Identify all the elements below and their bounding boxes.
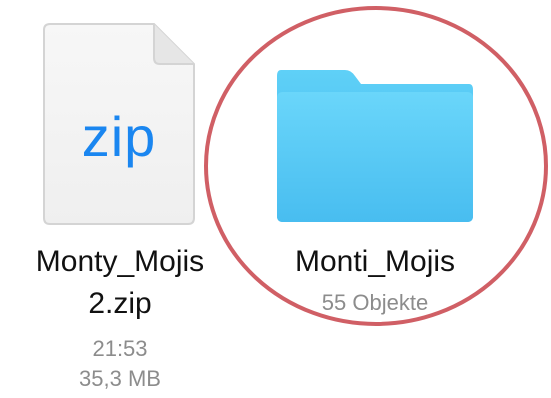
file-name-line1: Monty_Mojis (35, 245, 205, 278)
zip-file-icon[interactable]: zip (42, 22, 196, 226)
folder-name: Monti_Mojis (294, 245, 456, 278)
file-time: 21:53 (92, 336, 148, 361)
file-name-line2: 2.zip (88, 287, 152, 320)
file-size: 35,3 MB (79, 366, 161, 391)
folder-item-count: 55 Objekte (321, 290, 429, 315)
zip-label: zip (81, 105, 157, 168)
folder-icon[interactable] (275, 66, 475, 224)
